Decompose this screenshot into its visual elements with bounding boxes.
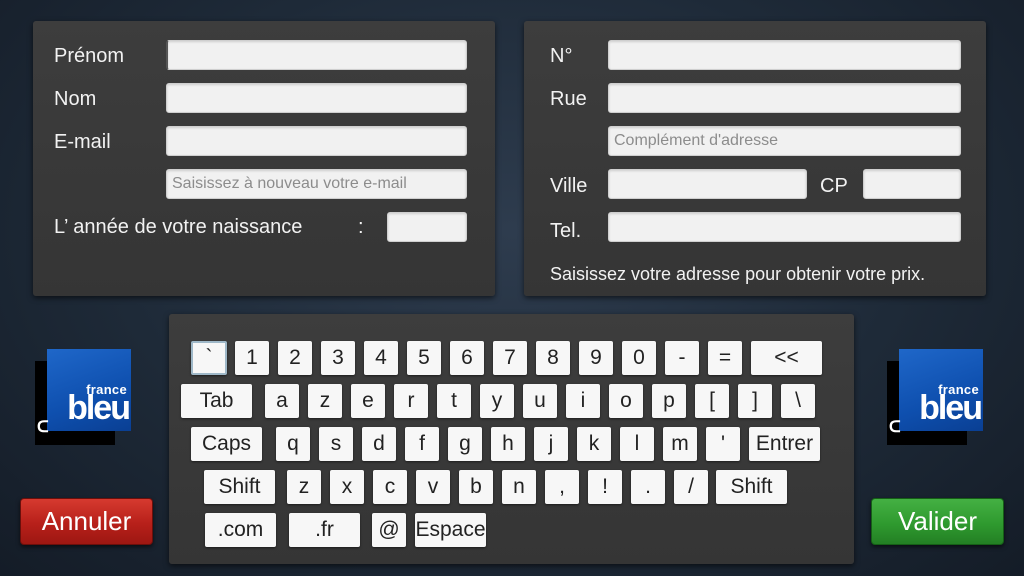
address-hint: Saisissez votre adresse pour obtenir vot… bbox=[550, 264, 926, 284]
key-b[interactable]: b bbox=[459, 470, 493, 504]
number-label: N° bbox=[550, 45, 573, 67]
logo-text-bleu: bleu bbox=[67, 389, 131, 427]
key-y[interactable]: y bbox=[480, 384, 514, 418]
key-9[interactable]: 9 bbox=[579, 341, 613, 375]
key-apostrophe[interactable]: ' bbox=[706, 427, 740, 461]
city-label: Ville bbox=[550, 175, 588, 197]
key-d[interactable]: d bbox=[362, 427, 396, 461]
logo-text-bleu: bleu bbox=[919, 389, 983, 427]
key-2[interactable]: 2 bbox=[278, 341, 312, 375]
key-n[interactable]: n bbox=[502, 470, 536, 504]
street-label: Rue bbox=[550, 88, 587, 110]
address-complement-input[interactable] bbox=[608, 126, 961, 156]
key-z-lower[interactable]: z bbox=[287, 470, 321, 504]
birth-year-label: L’ année de votre naissance bbox=[54, 216, 303, 238]
key-u[interactable]: u bbox=[523, 384, 557, 418]
key-exclamation[interactable]: ! bbox=[588, 470, 622, 504]
key-equals[interactable]: = bbox=[708, 341, 742, 375]
key-l[interactable]: l bbox=[620, 427, 654, 461]
key-z[interactable]: z bbox=[308, 384, 342, 418]
email-label: E-mail bbox=[54, 131, 111, 153]
key-comma[interactable]: , bbox=[545, 470, 579, 504]
key-enter[interactable]: Entrer bbox=[749, 427, 820, 461]
key-f[interactable]: f bbox=[405, 427, 439, 461]
key-r[interactable]: r bbox=[394, 384, 428, 418]
logo-mark-icon: ᑕ bbox=[889, 419, 901, 436]
key-tab[interactable]: Tab bbox=[181, 384, 252, 418]
key-m[interactable]: m bbox=[663, 427, 697, 461]
key-period[interactable]: . bbox=[631, 470, 665, 504]
key-p[interactable]: p bbox=[652, 384, 686, 418]
first-name-input[interactable] bbox=[166, 40, 467, 70]
last-name-input[interactable] bbox=[166, 83, 467, 113]
postcode-input[interactable] bbox=[863, 169, 961, 199]
key-4[interactable]: 4 bbox=[364, 341, 398, 375]
city-input[interactable] bbox=[608, 169, 807, 199]
key-backspace[interactable]: << bbox=[751, 341, 822, 375]
number-input[interactable] bbox=[608, 40, 961, 70]
key-c[interactable]: c bbox=[373, 470, 407, 504]
key-k[interactable]: k bbox=[577, 427, 611, 461]
key-t[interactable]: t bbox=[437, 384, 471, 418]
street-input[interactable] bbox=[608, 83, 961, 113]
key-7[interactable]: 7 bbox=[493, 341, 527, 375]
key-x[interactable]: x bbox=[330, 470, 364, 504]
birth-year-colon: : bbox=[358, 216, 364, 238]
key-minus[interactable]: - bbox=[665, 341, 699, 375]
key-q[interactable]: q bbox=[276, 427, 310, 461]
key-v[interactable]: v bbox=[416, 470, 450, 504]
virtual-keyboard: ` 1 2 3 4 5 6 7 8 9 0 - = << Tab a z e r… bbox=[169, 314, 854, 564]
postcode-label: CP bbox=[820, 175, 848, 197]
key-6[interactable]: 6 bbox=[450, 341, 484, 375]
key-at[interactable]: @ bbox=[372, 513, 406, 547]
first-name-label: Prénom bbox=[54, 45, 125, 67]
key-i[interactable]: i bbox=[566, 384, 600, 418]
key-0[interactable]: 0 bbox=[622, 341, 656, 375]
cancel-button[interactable]: Annuler bbox=[20, 498, 153, 545]
validate-button[interactable]: Valider bbox=[871, 498, 1004, 545]
key-o[interactable]: o bbox=[609, 384, 643, 418]
key-5[interactable]: 5 bbox=[407, 341, 441, 375]
key-j[interactable]: j bbox=[534, 427, 568, 461]
email-confirm-input[interactable] bbox=[166, 169, 467, 199]
key-g[interactable]: g bbox=[448, 427, 482, 461]
key-bracket-right[interactable]: ] bbox=[738, 384, 772, 418]
key-1[interactable]: 1 bbox=[235, 341, 269, 375]
address-panel: N° Rue Ville CP Tel. Saisissez votre adr… bbox=[524, 21, 986, 296]
france-bleu-logo-right: france bleu ᑕ bbox=[887, 349, 985, 449]
key-space[interactable]: Espace bbox=[415, 513, 486, 547]
birth-year-input[interactable] bbox=[387, 212, 467, 242]
key-dotfr[interactable]: .fr bbox=[289, 513, 360, 547]
key-3[interactable]: 3 bbox=[321, 341, 355, 375]
key-slash[interactable]: / bbox=[674, 470, 708, 504]
key-s[interactable]: s bbox=[319, 427, 353, 461]
key-h[interactable]: h bbox=[491, 427, 525, 461]
key-shift-left[interactable]: Shift bbox=[204, 470, 275, 504]
logo-mark-icon: ᑕ bbox=[37, 419, 49, 436]
last-name-label: Nom bbox=[54, 88, 97, 110]
key-shift-right[interactable]: Shift bbox=[716, 470, 787, 504]
key-dotcom[interactable]: .com bbox=[205, 513, 276, 547]
personal-info-panel: Prénom Nom E-mail L’ année de votre nais… bbox=[33, 21, 495, 296]
key-a[interactable]: a bbox=[265, 384, 299, 418]
key-backtick[interactable]: ` bbox=[191, 341, 227, 375]
key-bracket-left[interactable]: [ bbox=[695, 384, 729, 418]
france-bleu-logo-left: france bleu ᑕ bbox=[35, 349, 133, 449]
key-backslash[interactable]: \ bbox=[781, 384, 815, 418]
key-8[interactable]: 8 bbox=[536, 341, 570, 375]
phone-label: Tel. bbox=[550, 220, 582, 242]
phone-input[interactable] bbox=[608, 212, 961, 242]
key-e[interactable]: e bbox=[351, 384, 385, 418]
email-input[interactable] bbox=[166, 126, 467, 156]
key-caps[interactable]: Caps bbox=[191, 427, 262, 461]
